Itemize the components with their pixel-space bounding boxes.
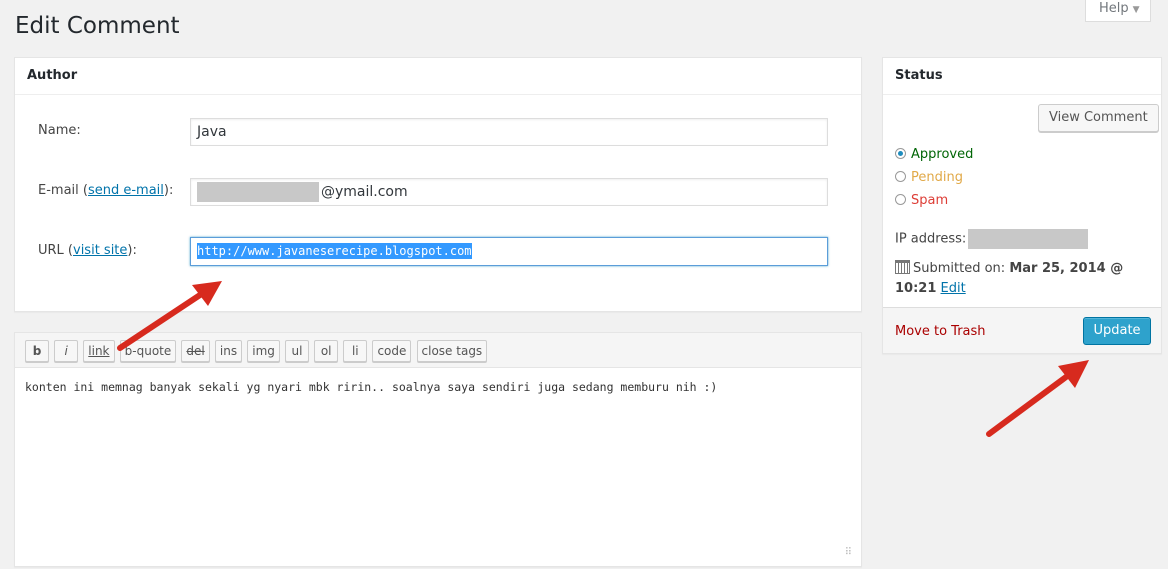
status-heading: Status <box>883 58 1161 95</box>
update-button[interactable]: Update <box>1083 317 1151 345</box>
ip-address-row: IP address: <box>895 229 1089 249</box>
visit-site-link[interactable]: visit site <box>73 243 127 258</box>
send-email-link[interactable]: send e-mail <box>88 183 164 198</box>
submitted-time: 10:21 <box>895 281 937 296</box>
redacted-block <box>968 229 1089 249</box>
spam-label: Spam <box>911 193 949 208</box>
qt-li-button[interactable]: li <box>343 340 368 362</box>
url-label-suffix: ): <box>127 243 137 258</box>
radio-icon[interactable] <box>895 194 906 205</box>
approved-label: Approved <box>911 147 974 162</box>
author-heading: Author <box>15 58 861 95</box>
url-label-prefix: URL ( <box>38 243 73 258</box>
qt-del-button[interactable]: del <box>181 340 210 362</box>
status-approved[interactable]: Approved <box>895 146 973 164</box>
email-label-prefix: E-mail ( <box>38 183 88 198</box>
resize-handle-icon[interactable]: ⠿ <box>845 547 852 558</box>
status-box: Status View Comment Approved Pending Spa… <box>882 57 1162 354</box>
qt-img-button[interactable]: img <box>247 340 280 362</box>
email-value: @ymail.com <box>321 184 408 200</box>
help-label: Help <box>1099 1 1129 16</box>
qt-code-button[interactable]: code <box>372 340 412 362</box>
chevron-down-icon: ▼ <box>1132 5 1140 15</box>
qt-close-tags-button[interactable]: close tags <box>416 340 488 362</box>
submitted-on: Submitted on: Mar 25, 2014 @ 10:21 Edit <box>895 259 1125 299</box>
url-label: URL (visit site): <box>38 243 137 258</box>
qt-ul-button[interactable]: ul <box>285 340 310 362</box>
major-publishing-actions: Move to Trash Update <box>883 307 1161 353</box>
help-tab[interactable]: Help ▼ <box>1085 0 1151 22</box>
qt-bold-button[interactable]: b <box>25 340 49 362</box>
comment-editor: b i link b-quote del ins img ul ol li co… <box>14 332 862 567</box>
status-pending[interactable]: Pending <box>895 169 963 187</box>
url-value: http://www.javaneserecipe.blogspot.com <box>197 243 472 259</box>
radio-checked-icon[interactable] <box>895 148 906 159</box>
name-field[interactable]: Java <box>190 118 828 146</box>
submitted-label: Submitted on: <box>913 261 1006 276</box>
email-label: E-mail (send e-mail): <box>38 183 173 198</box>
pending-label: Pending <box>911 170 963 185</box>
status-spam[interactable]: Spam <box>895 192 948 210</box>
submitted-date: Mar 25, 2014 @ <box>1009 261 1124 276</box>
comment-textarea[interactable]: konten ini memnag banyak sekali yg nyari… <box>15 368 861 406</box>
email-label-suffix: ): <box>163 183 174 198</box>
page-title: Edit Comment <box>15 13 180 39</box>
qt-link-button[interactable]: link <box>83 340 115 362</box>
email-field[interactable]: @ymail.com <box>190 178 828 206</box>
quicktags-toolbar: b i link b-quote del ins img ul ol li co… <box>15 333 861 368</box>
calendar-icon <box>895 260 910 274</box>
ip-label: IP address: <box>895 231 967 247</box>
qt-italic-button[interactable]: i <box>54 340 79 362</box>
arrow-to-update-icon <box>986 360 1089 437</box>
radio-icon[interactable] <box>895 171 906 182</box>
name-label: Name: <box>38 123 81 138</box>
url-field[interactable]: http://www.javaneserecipe.blogspot.com <box>190 237 828 266</box>
qt-ins-button[interactable]: ins <box>214 340 243 362</box>
qt-blockquote-button[interactable]: b-quote <box>119 340 177 362</box>
redacted-block <box>197 182 319 202</box>
view-comment-button[interactable]: View Comment <box>1038 104 1159 132</box>
move-to-trash-link[interactable]: Move to Trash <box>895 324 986 339</box>
qt-ol-button[interactable]: ol <box>314 340 339 362</box>
author-box: Author Name: Java E-mail (send e-mail): … <box>14 57 862 312</box>
edit-date-link[interactable]: Edit <box>941 281 966 296</box>
